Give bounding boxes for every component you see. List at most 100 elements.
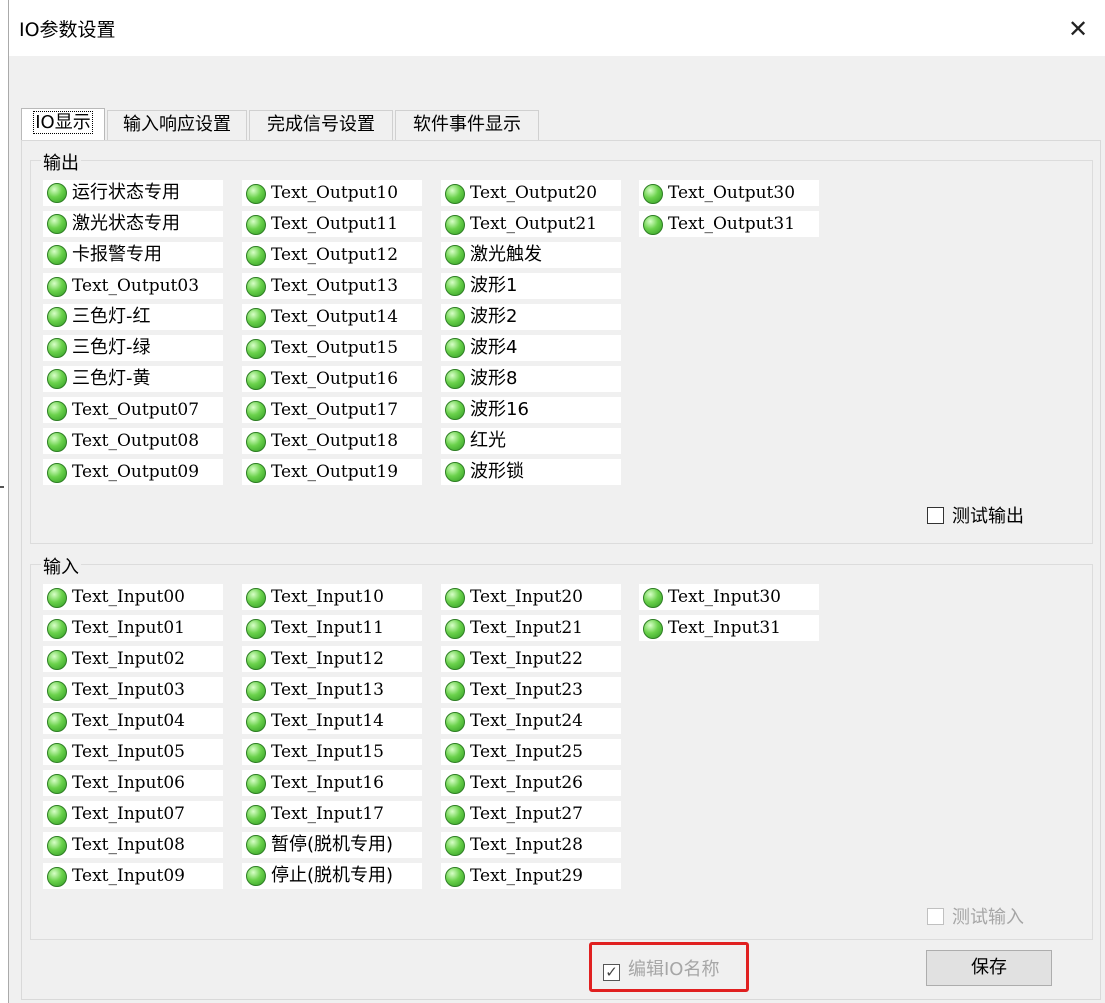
input-indicator[interactable]: Text_Input16 xyxy=(242,770,422,796)
input-indicator[interactable]: Text_Input24 xyxy=(441,708,621,734)
green-led-icon xyxy=(246,773,266,794)
input-indicator[interactable]: Text_Input26 xyxy=(441,770,621,796)
output-indicator[interactable]: 三色灯-绿 xyxy=(43,335,223,361)
green-led-icon xyxy=(246,835,266,855)
output-indicator[interactable]: 波形2 xyxy=(441,304,621,330)
output-indicator[interactable]: 三色灯-黄 xyxy=(43,366,223,392)
input-indicator[interactable]: Text_Input27 xyxy=(441,801,621,827)
output-label: Text_Output12 xyxy=(271,245,399,265)
output-indicator[interactable]: Text_Output21 xyxy=(441,211,621,237)
output-indicator[interactable]: 波形8 xyxy=(441,366,621,392)
green-led-icon xyxy=(246,618,266,639)
green-led-icon xyxy=(47,835,67,856)
output-indicator[interactable]: Text_Output30 xyxy=(639,180,819,206)
input-indicator[interactable]: Text_Input20 xyxy=(441,584,621,610)
input-indicator[interactable]: Text_Input01 xyxy=(43,615,223,641)
input-label: 暂停(脱机专用) xyxy=(271,834,394,855)
input-indicator[interactable]: Text_Input08 xyxy=(43,832,223,858)
output-indicator[interactable]: Text_Output07 xyxy=(43,397,223,423)
output-indicator[interactable]: Text_Output17 xyxy=(242,397,422,423)
input-indicator[interactable]: Text_Input06 xyxy=(43,770,223,796)
input-indicator[interactable]: Text_Input12 xyxy=(242,646,422,672)
input-indicator[interactable]: Text_Input11 xyxy=(242,615,422,641)
input-label: Text_Input13 xyxy=(271,680,384,700)
output-indicator[interactable]: Text_Output14 xyxy=(242,304,422,330)
input-indicator[interactable]: Text_Input15 xyxy=(242,739,422,765)
green-led-icon xyxy=(445,338,465,358)
output-label: Text_Output07 xyxy=(72,400,200,420)
input-indicator[interactable]: Text_Input07 xyxy=(43,801,223,827)
tab-input-response[interactable]: 输入响应设置 xyxy=(107,110,247,140)
input-indicator[interactable]: Text_Input17 xyxy=(242,801,422,827)
output-indicator[interactable]: 三色灯-红 xyxy=(43,304,223,330)
output-indicator[interactable]: 波形锁 xyxy=(441,459,621,485)
save-button[interactable]: 保存 xyxy=(926,950,1052,986)
input-indicator[interactable]: Text_Input02 xyxy=(43,646,223,672)
output-label: Text_Output15 xyxy=(271,338,399,358)
output-indicator[interactable]: 波形16 xyxy=(441,397,621,423)
input-indicator[interactable]: 停止(脱机专用) xyxy=(242,863,422,889)
input-groupbox: 输入 Text_Input00 Text_Input01 Text_Input02 T… xyxy=(30,553,1093,940)
tab-io-display[interactable]: IO显示 xyxy=(21,108,105,140)
input-indicator[interactable]: Text_Input21 xyxy=(441,615,621,641)
input-indicator[interactable]: Text_Input23 xyxy=(441,677,621,703)
input-label: Text_Input25 xyxy=(470,742,583,762)
input-indicator[interactable]: Text_Input25 xyxy=(441,739,621,765)
title-bar: IO参数设置 ✕ xyxy=(9,0,1105,56)
output-indicator[interactable]: Text_Output13 xyxy=(242,273,422,299)
output-indicator[interactable]: 红光 xyxy=(441,428,621,454)
input-label: Text_Input16 xyxy=(271,773,384,793)
tab-software-events[interactable]: 软件事件显示 xyxy=(395,110,539,140)
input-indicator[interactable]: Text_Input22 xyxy=(441,646,621,672)
output-label: 波形16 xyxy=(470,399,529,420)
input-indicator[interactable]: Text_Input09 xyxy=(43,863,223,889)
output-indicator[interactable]: Text_Output19 xyxy=(242,459,422,485)
output-label: 三色灯-黄 xyxy=(72,368,151,389)
output-indicator[interactable]: Text_Output20 xyxy=(441,180,621,206)
test-input-checkbox[interactable]: 测试输入 xyxy=(927,907,1024,929)
green-led-icon xyxy=(246,866,266,886)
input-label: Text_Input00 xyxy=(72,587,185,607)
output-indicator[interactable]: Text_Output31 xyxy=(639,211,819,237)
output-indicator[interactable]: Text_Output16 xyxy=(242,366,422,392)
output-indicator[interactable]: Text_Output03 xyxy=(43,273,223,299)
green-led-icon xyxy=(47,866,67,887)
close-button[interactable]: ✕ xyxy=(1060,11,1096,47)
green-led-icon xyxy=(445,680,465,701)
green-led-icon xyxy=(246,183,266,204)
io-display-panel: 输出 运行状态专用 激光状态专用 卡报警专用 Text_Output03 三色灯-红 三色… xyxy=(21,140,1101,1000)
input-indicator[interactable]: Text_Input10 xyxy=(242,584,422,610)
input-indicator[interactable]: 暂停(脱机专用) xyxy=(242,832,422,858)
input-indicator[interactable]: Text_Input00 xyxy=(43,584,223,610)
output-indicator[interactable]: Text_Output15 xyxy=(242,335,422,361)
test-output-checkbox[interactable]: 测试输出 xyxy=(927,506,1024,528)
output-indicator[interactable]: Text_Output11 xyxy=(242,211,422,237)
input-indicator[interactable]: Text_Input04 xyxy=(43,708,223,734)
output-indicator[interactable]: 激光触发 xyxy=(441,242,621,268)
output-indicator[interactable]: 波形4 xyxy=(441,335,621,361)
input-indicator[interactable]: Text_Input13 xyxy=(242,677,422,703)
input-indicator[interactable]: Text_Input28 xyxy=(441,832,621,858)
output-indicator[interactable]: Text_Output08 xyxy=(43,428,223,454)
output-indicator[interactable]: 卡报警专用 xyxy=(43,242,223,268)
green-led-icon xyxy=(47,742,67,763)
input-indicator[interactable]: Text_Input03 xyxy=(43,677,223,703)
output-indicator[interactable]: 运行状态专用 xyxy=(43,180,223,206)
output-indicator[interactable]: Text_Output12 xyxy=(242,242,422,268)
input-indicator[interactable]: Text_Input05 xyxy=(43,739,223,765)
output-indicator[interactable]: Text_Output10 xyxy=(242,180,422,206)
input-indicator[interactable]: Text_Input30 xyxy=(639,584,819,610)
input-indicator[interactable]: Text_Input14 xyxy=(242,708,422,734)
output-indicator[interactable]: 激光状态专用 xyxy=(43,211,223,237)
output-indicator[interactable]: 波形1 xyxy=(441,273,621,299)
green-led-icon xyxy=(47,680,67,701)
tab-complete-signal[interactable]: 完成信号设置 xyxy=(249,110,393,140)
input-indicator[interactable]: Text_Input29 xyxy=(441,863,621,889)
green-led-icon xyxy=(643,587,663,608)
output-label: Text_Output17 xyxy=(271,400,399,420)
output-indicator[interactable]: Text_Output09 xyxy=(43,459,223,485)
output-indicator[interactable]: Text_Output18 xyxy=(242,428,422,454)
input-label: Text_Input12 xyxy=(271,649,384,669)
input-indicator[interactable]: Text_Input31 xyxy=(639,615,819,641)
input-label: Text_Input15 xyxy=(271,742,384,762)
